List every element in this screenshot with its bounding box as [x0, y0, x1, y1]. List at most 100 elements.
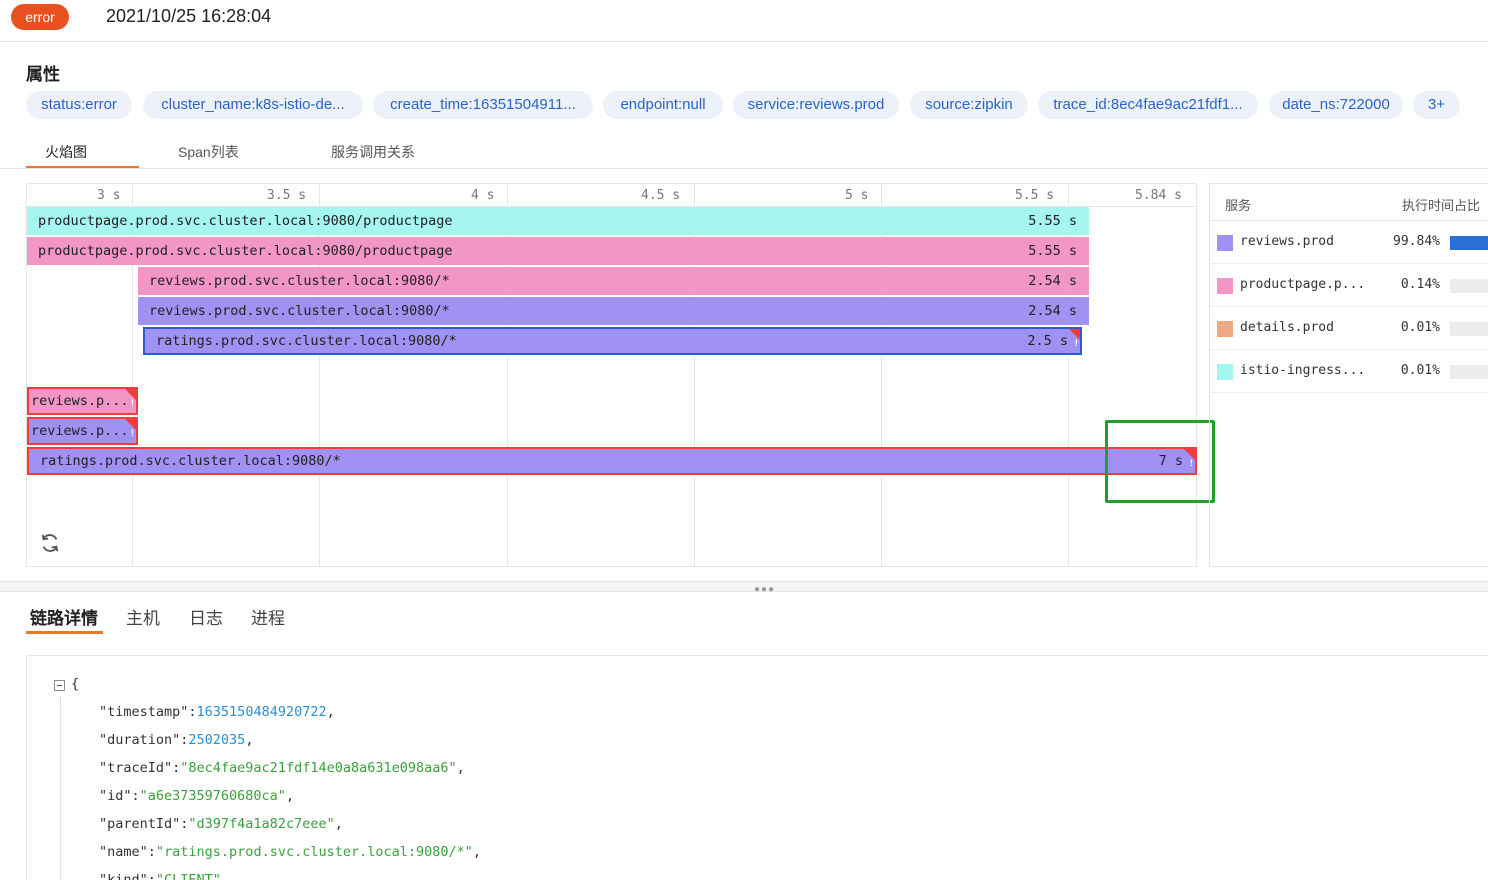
- axis-tick: 5.5 s: [1015, 188, 1055, 203]
- indent-guide: [60, 696, 61, 880]
- json-value: "ratings.prod.svc.cluster.local:9080/*": [155, 844, 473, 860]
- json-comma: ,: [285, 788, 295, 804]
- json-open-brace: {: [71, 676, 80, 692]
- json-line: "name":"ratings.prod.svc.cluster.local:9…: [99, 844, 481, 860]
- axis-tick: 4 s: [471, 188, 495, 203]
- span-label: ratings.prod.svc.cluster.local:9080/*: [40, 453, 341, 469]
- json-key: "traceId":: [99, 760, 181, 776]
- json-key: "name":: [99, 844, 156, 860]
- axis-tick: 5 s: [845, 188, 869, 203]
- axis-tick: 3.5 s: [267, 188, 307, 203]
- json-key: "duration":: [99, 732, 189, 748]
- flame-graph: 3 s 3.5 s 4 s 4.5 s 5 s 5.5 s 5.84 s pro…: [26, 183, 1197, 567]
- panel-resize-handle[interactable]: ●●●: [0, 581, 1488, 595]
- error-flag-icon: !: [125, 389, 136, 409]
- more-tags-button[interactable]: 3+: [1413, 91, 1460, 119]
- service-name: reviews.prod: [1240, 234, 1334, 249]
- json-value: "a6e37359760680ca": [139, 788, 286, 804]
- tab-flame-graph[interactable]: 火焰图: [45, 142, 87, 162]
- attribute-tag[interactable]: cluster_name:k8s-istio-de...: [143, 91, 363, 119]
- span-bar[interactable]: ratings.prod.svc.cluster.local:9080/* 7 …: [27, 447, 1197, 475]
- json-line: "kind":"CLIENT",: [99, 872, 229, 880]
- json-comma: ,: [334, 816, 343, 832]
- json-key: "parentId":: [99, 816, 189, 832]
- service-percent: 0.01%: [1400, 363, 1440, 378]
- json-value: "d397f4a1a82c7eee": [188, 816, 335, 832]
- error-flag-icon: !: [125, 419, 136, 439]
- service-name: details.prod: [1240, 320, 1334, 335]
- span-label: reviews.p...: [31, 423, 129, 439]
- span-label: productpage.prod.svc.cluster.local:9080/…: [38, 243, 453, 259]
- tab-host[interactable]: 主机: [126, 604, 160, 629]
- span-duration: 2.54 s: [1028, 303, 1077, 319]
- service-percent: 99.84%: [1393, 234, 1440, 249]
- span-bar[interactable]: reviews.p... !: [27, 417, 138, 445]
- span-label: reviews.prod.svc.cluster.local:9080/*: [149, 273, 450, 289]
- attribute-tag[interactable]: status:error: [26, 91, 132, 119]
- service-color-swatch: [1217, 235, 1233, 251]
- attribute-tag[interactable]: service:reviews.prod: [733, 91, 899, 119]
- json-comma: ,: [472, 844, 482, 860]
- trace-timestamp: 2021/10/25 16:28:04: [106, 6, 272, 26]
- view-tabs: 火焰图 Span列表 服务调用关系: [0, 132, 1488, 169]
- ratio-bar-fill: [1450, 236, 1488, 250]
- span-bar[interactable]: productpage.prod.svc.cluster.local:9080/…: [27, 237, 1089, 265]
- span-label: reviews.prod.svc.cluster.local:9080/*: [149, 303, 450, 319]
- refresh-icon[interactable]: [39, 532, 61, 554]
- span-duration: 5.55 s: [1028, 243, 1077, 259]
- attribute-tag[interactable]: source:zipkin: [910, 91, 1028, 119]
- service-color-swatch: [1217, 321, 1233, 337]
- tab-service-topology[interactable]: 服务调用关系: [331, 142, 415, 162]
- axis-tick: 4.5 s: [641, 188, 681, 203]
- tab-trace-detail[interactable]: 链路详情: [30, 604, 98, 629]
- span-bar[interactable]: productpage.prod.svc.cluster.local:9080/…: [27, 207, 1089, 235]
- json-comma: ,: [456, 760, 465, 776]
- json-viewer: { "timestamp":1635150484920722, "duratio…: [26, 655, 1488, 880]
- span-label: ratings.prod.svc.cluster.local:9080/*: [156, 333, 457, 349]
- service-row[interactable]: istio-ingress... 0.01%: [1210, 350, 1488, 393]
- status-badge: error: [11, 4, 69, 30]
- span-bar[interactable]: reviews.p... !: [27, 387, 138, 415]
- json-comma: ,: [245, 732, 254, 748]
- service-color-swatch: [1217, 364, 1233, 380]
- tab-span-list[interactable]: Span列表: [178, 142, 239, 162]
- json-line: "traceId":"8ec4fae9ac21fdf14e0a8a631e098…: [99, 760, 465, 776]
- service-row[interactable]: productpage.p... 0.14%: [1210, 264, 1488, 307]
- service-color-swatch: [1217, 278, 1233, 294]
- column-service: 服务: [1225, 198, 1252, 213]
- trace-header: error 2021/10/25 16:28:04: [0, 0, 1488, 42]
- json-value: 1635150484920722: [196, 704, 327, 720]
- span-bar[interactable]: reviews.prod.svc.cluster.local:9080/* 2.…: [138, 297, 1089, 325]
- span-bar[interactable]: reviews.prod.svc.cluster.local:9080/* 2.…: [138, 267, 1089, 295]
- service-row[interactable]: details.prod 0.01%: [1210, 307, 1488, 350]
- ratio-bar: [1450, 236, 1488, 250]
- tab-log[interactable]: 日志: [189, 604, 223, 629]
- detail-tabs: 链路详情 主机 日志 进程: [0, 596, 1488, 634]
- json-value: "8ec4fae9ac21fdf14e0a8a631e098aa6": [180, 760, 457, 776]
- json-key: "timestamp":: [99, 704, 197, 720]
- service-ratio-panel: 服务 执行时间占比 reviews.prod 99.84% productpag…: [1209, 183, 1488, 567]
- tab-process[interactable]: 进程: [251, 604, 285, 629]
- json-line: "timestamp":1635150484920722,: [99, 704, 335, 720]
- column-exec-ratio: 执行时间占比: [1402, 198, 1481, 213]
- service-name: istio-ingress...: [1240, 363, 1366, 378]
- service-percent: 0.14%: [1400, 277, 1440, 292]
- attribute-tag[interactable]: endpoint:null: [603, 91, 723, 119]
- axis-tick: 5.84 s: [1135, 188, 1182, 203]
- json-value: 2502035: [188, 732, 246, 748]
- json-line: "id":"a6e37359760680ca",: [99, 788, 294, 804]
- attribute-tag[interactable]: trace_id:8ec4fae9ac21fdf1...: [1038, 91, 1258, 119]
- service-row[interactable]: reviews.prod 99.84%: [1210, 221, 1488, 264]
- collapse-toggle-icon[interactable]: [54, 680, 65, 691]
- attribute-tag[interactable]: create_time:16351504911...: [373, 91, 593, 119]
- json-comma: ,: [326, 704, 335, 720]
- json-line: "parentId":"d397f4a1a82c7eee",: [99, 816, 343, 832]
- highlight-annotation: [1105, 420, 1215, 503]
- active-tab-indicator: [26, 166, 139, 168]
- attributes-title: 属性: [26, 65, 60, 84]
- span-bar-selected[interactable]: ratings.prod.svc.cluster.local:9080/* 2.…: [143, 327, 1082, 355]
- axis-tick: 3 s: [97, 188, 121, 203]
- attribute-tag[interactable]: date_ns:722000: [1269, 91, 1403, 119]
- json-comma: ,: [220, 872, 230, 880]
- json-key: "id":: [99, 788, 140, 804]
